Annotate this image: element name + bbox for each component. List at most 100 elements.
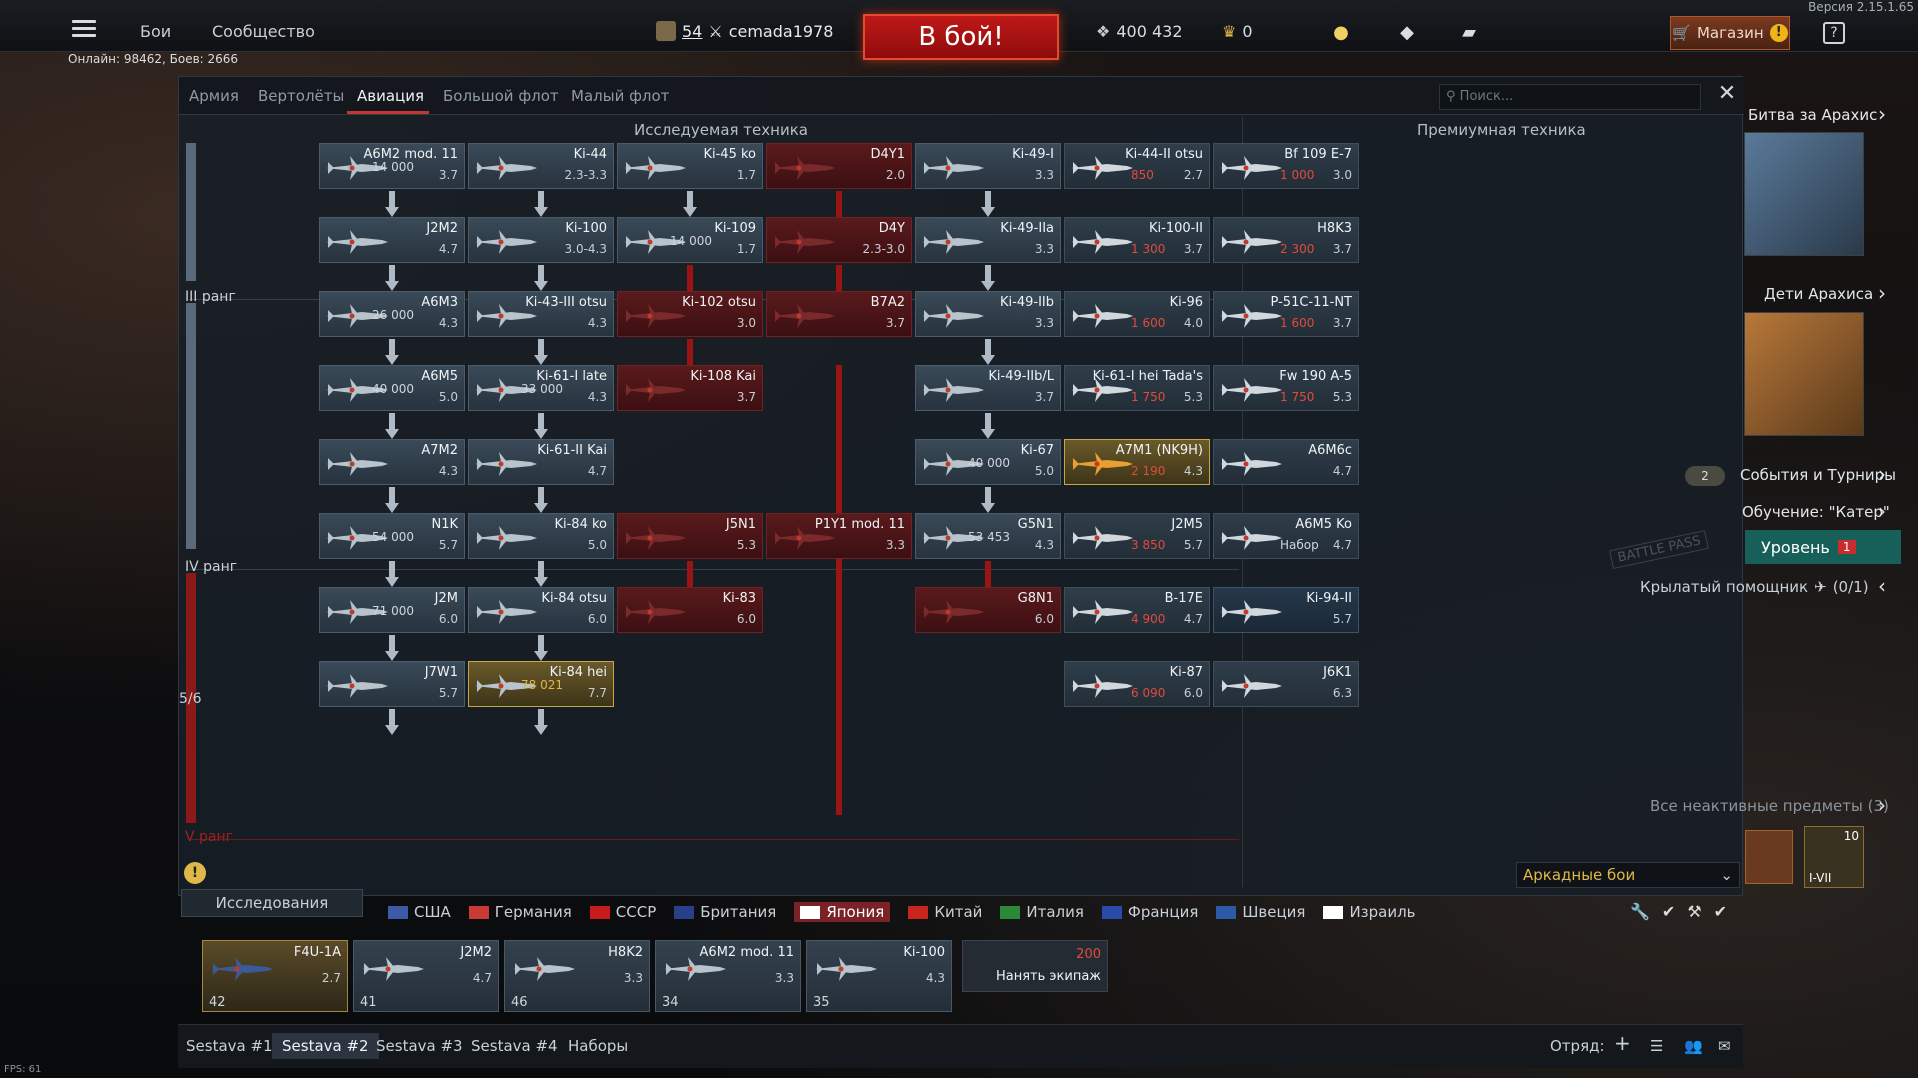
premium-vehicle-card[interactable]: B-17E 4.7 4 900 — [1064, 587, 1210, 633]
vehicle-card[interactable]: A6M3 4.3 26 000 — [319, 291, 465, 337]
vehicle-card[interactable]: J5N1 5.3 — [617, 513, 763, 559]
notification-icon[interactable]: ! — [184, 862, 206, 884]
preset-3[interactable]: Sestava #3 — [376, 1037, 463, 1055]
player-info[interactable]: 54 ⚔ cemada1978 — [656, 21, 833, 41]
to-battle-button[interactable]: В бой! — [863, 14, 1059, 60]
preset-2[interactable]: Sestava #2 — [272, 1033, 379, 1059]
vehicle-card[interactable]: N1K 5.7 54 000 — [319, 513, 465, 559]
hire-crew-button[interactable]: 200 Нанять экипаж — [962, 940, 1108, 992]
vehicle-card[interactable]: G5N1 4.3 53 453 — [915, 513, 1061, 559]
vehicle-card[interactable]: P1Y1 mod. 11 3.3 — [766, 513, 912, 559]
tab-coastal-fleet[interactable]: Малый флот — [571, 87, 669, 105]
vehicle-card[interactable]: Ki-49-I 3.3 — [915, 143, 1061, 189]
premium-vehicle-card[interactable]: A6M6c 4.7 — [1213, 439, 1359, 485]
chevron-right-icon[interactable]: › — [1878, 102, 1886, 126]
wrench-icon[interactable]: 🔧 — [1630, 902, 1650, 921]
chevron-right-icon[interactable]: › — [1878, 499, 1886, 523]
vehicle-card[interactable]: Ki-44 2.3-3.3 — [468, 143, 614, 189]
chevron-left-icon[interactable]: ‹ — [1878, 574, 1886, 598]
research-toggle[interactable]: Исследования — [181, 889, 363, 917]
training-boat[interactable]: Обучение: "Катер" — [1742, 503, 1890, 521]
game-mode-select[interactable]: Аркадные бои ⌄ — [1516, 862, 1740, 888]
premium-vehicle-card[interactable]: Bf 109 E-7 3.0 1 000 — [1213, 143, 1359, 189]
gold-balance[interactable]: ♛ 0 — [1222, 22, 1253, 41]
mail-icon[interactable]: ✉ — [1718, 1037, 1731, 1055]
inactive-items[interactable]: Все неактивные предметы (3) — [1650, 797, 1889, 815]
silver-balance[interactable]: ❖ 400 432 — [1096, 22, 1183, 41]
vehicle-card[interactable]: A7M2 4.3 — [319, 439, 465, 485]
crew-slot[interactable]: Ki-100 4.3 35 — [806, 940, 952, 1012]
premium-vehicle-card[interactable]: P-51C-11-NT 3.7 1 600 — [1213, 291, 1359, 337]
vehicle-card[interactable]: Ki-84 ko 5.0 — [468, 513, 614, 559]
crew-slot[interactable]: J2M2 4.7 41 — [353, 940, 499, 1012]
item-card-1[interactable] — [1745, 830, 1793, 884]
nation-tab[interactable]: Франция — [1101, 902, 1198, 922]
vehicle-card[interactable]: Ki-102 otsu 3.0 — [617, 291, 763, 337]
diamond-icon[interactable]: ◆ — [1396, 22, 1418, 44]
premium-vehicle-card[interactable]: J6K1 6.3 — [1213, 661, 1359, 707]
vehicle-card[interactable]: Ki-109 1.7 14 000 — [617, 217, 763, 263]
check-icon[interactable]: ✔ — [1714, 902, 1727, 921]
check-icon[interactable]: ✔ — [1662, 902, 1675, 921]
shop-button[interactable]: 🛒 Магазин ! — [1670, 16, 1790, 50]
vehicle-card[interactable]: Ki-49-IIb/L 3.7 — [915, 365, 1061, 411]
vehicle-card[interactable]: D4Y1 2.0 — [766, 143, 912, 189]
level-button[interactable]: Уровень 1 — [1745, 530, 1901, 564]
event-peanut-kids[interactable]: Дети Арахиса — [1764, 285, 1873, 303]
vehicle-card[interactable]: Ki-100 3.0-4.3 — [468, 217, 614, 263]
vehicle-card[interactable]: G8N1 6.0 — [915, 587, 1061, 633]
coupon-icon[interactable]: ▰ — [1458, 22, 1480, 44]
nation-tab[interactable]: СССР — [589, 902, 656, 922]
premium-vehicle-card[interactable]: Ki-100-II 3.7 1 300 — [1064, 217, 1210, 263]
vehicle-card[interactable]: Ki-83 6.0 — [617, 587, 763, 633]
event-peanut-battle[interactable]: Битва за Арахис — [1748, 106, 1877, 124]
vehicle-card[interactable]: J2M2 4.7 — [319, 217, 465, 263]
premium-vehicle-card[interactable]: Ki-61-I hei Tada's 5.3 1 750 — [1064, 365, 1210, 411]
preset-sets[interactable]: Наборы — [568, 1037, 628, 1055]
item-card-2[interactable]: 10 I-VII — [1804, 826, 1864, 888]
lightbulb-icon[interactable]: ● — [1330, 22, 1352, 44]
nation-tab[interactable]: Китай — [908, 902, 982, 922]
nation-tab[interactable]: Британия — [674, 902, 776, 922]
premium-vehicle-card[interactable]: A6M5 Ko 4.7 Набор — [1213, 513, 1359, 559]
list-icon[interactable]: ☰ — [1650, 1037, 1663, 1055]
contacts-icon[interactable]: 👥 — [1684, 1037, 1703, 1055]
premium-vehicle-card[interactable]: Ki-44-II otsu 2.7 850 — [1064, 143, 1210, 189]
vehicle-card[interactable]: A6M5 5.0 40 000 — [319, 365, 465, 411]
nation-tab[interactable]: Италия — [1000, 902, 1084, 922]
vehicle-card[interactable]: Ki-67 5.0 40 000 — [915, 439, 1061, 485]
events-tournaments[interactable]: События и Турниры — [1740, 466, 1896, 484]
premium-vehicle-card[interactable]: Fw 190 A-5 5.3 1 750 — [1213, 365, 1359, 411]
crew-slot[interactable]: A6M2 mod. 11 3.3 34 — [655, 940, 801, 1012]
nation-tab[interactable]: Япония — [794, 902, 891, 922]
nation-tab[interactable]: Швеция — [1216, 902, 1305, 922]
vehicle-card[interactable]: Ki-49-IIa 3.3 — [915, 217, 1061, 263]
premium-vehicle-card[interactable]: A7M1 (NK9H) 4.3 2 190 — [1064, 439, 1210, 485]
premium-vehicle-card[interactable]: Ki-96 4.0 1 600 — [1064, 291, 1210, 337]
vehicle-card[interactable]: Ki-45 ko 1.7 — [617, 143, 763, 189]
nation-tab[interactable]: США — [388, 902, 451, 922]
preset-4[interactable]: Sestava #4 — [471, 1037, 558, 1055]
nation-tab[interactable]: Германия — [468, 902, 572, 922]
preset-1[interactable]: Sestava #1 — [186, 1037, 273, 1055]
vehicle-card[interactable]: Ki-43-III otsu 4.3 — [468, 291, 614, 337]
vehicle-card[interactable]: D4Y 2.3-3.0 — [766, 217, 912, 263]
close-icon[interactable]: ✕ — [1716, 83, 1738, 105]
vehicle-card[interactable]: J2M 6.0 71 000 — [319, 587, 465, 633]
menu-icon[interactable] — [72, 20, 96, 38]
nation-tab[interactable]: Израиль — [1323, 902, 1416, 922]
premium-vehicle-card[interactable]: Ki-94-II 5.7 — [1213, 587, 1359, 633]
vehicle-card[interactable]: Ki-84 otsu 6.0 — [468, 587, 614, 633]
search-input[interactable]: ⚲ Поиск... — [1439, 84, 1701, 110]
event-thumbnail-2[interactable] — [1744, 312, 1864, 436]
chevron-right-icon[interactable]: › — [1878, 462, 1886, 486]
wing-helper[interactable]: Крылатый помощник ✈ (0/1) — [1640, 578, 1869, 596]
vehicle-card[interactable]: Ki-61-II Kai 4.7 — [468, 439, 614, 485]
vehicle-card[interactable]: A6M2 mod. 11 3.7 14 000 — [319, 143, 465, 189]
premium-vehicle-card[interactable]: Ki-87 6.0 6 090 — [1064, 661, 1210, 707]
vehicle-card[interactable]: Ki-84 hei 7.7 78 021 — [468, 661, 614, 707]
vehicle-card[interactable]: J7W1 5.7 — [319, 661, 465, 707]
crew-slot[interactable]: H8K2 3.3 46 — [504, 940, 650, 1012]
repair-all-icon[interactable]: ⚒ — [1687, 902, 1701, 921]
premium-vehicle-card[interactable]: H8K3 3.7 2 300 — [1213, 217, 1359, 263]
